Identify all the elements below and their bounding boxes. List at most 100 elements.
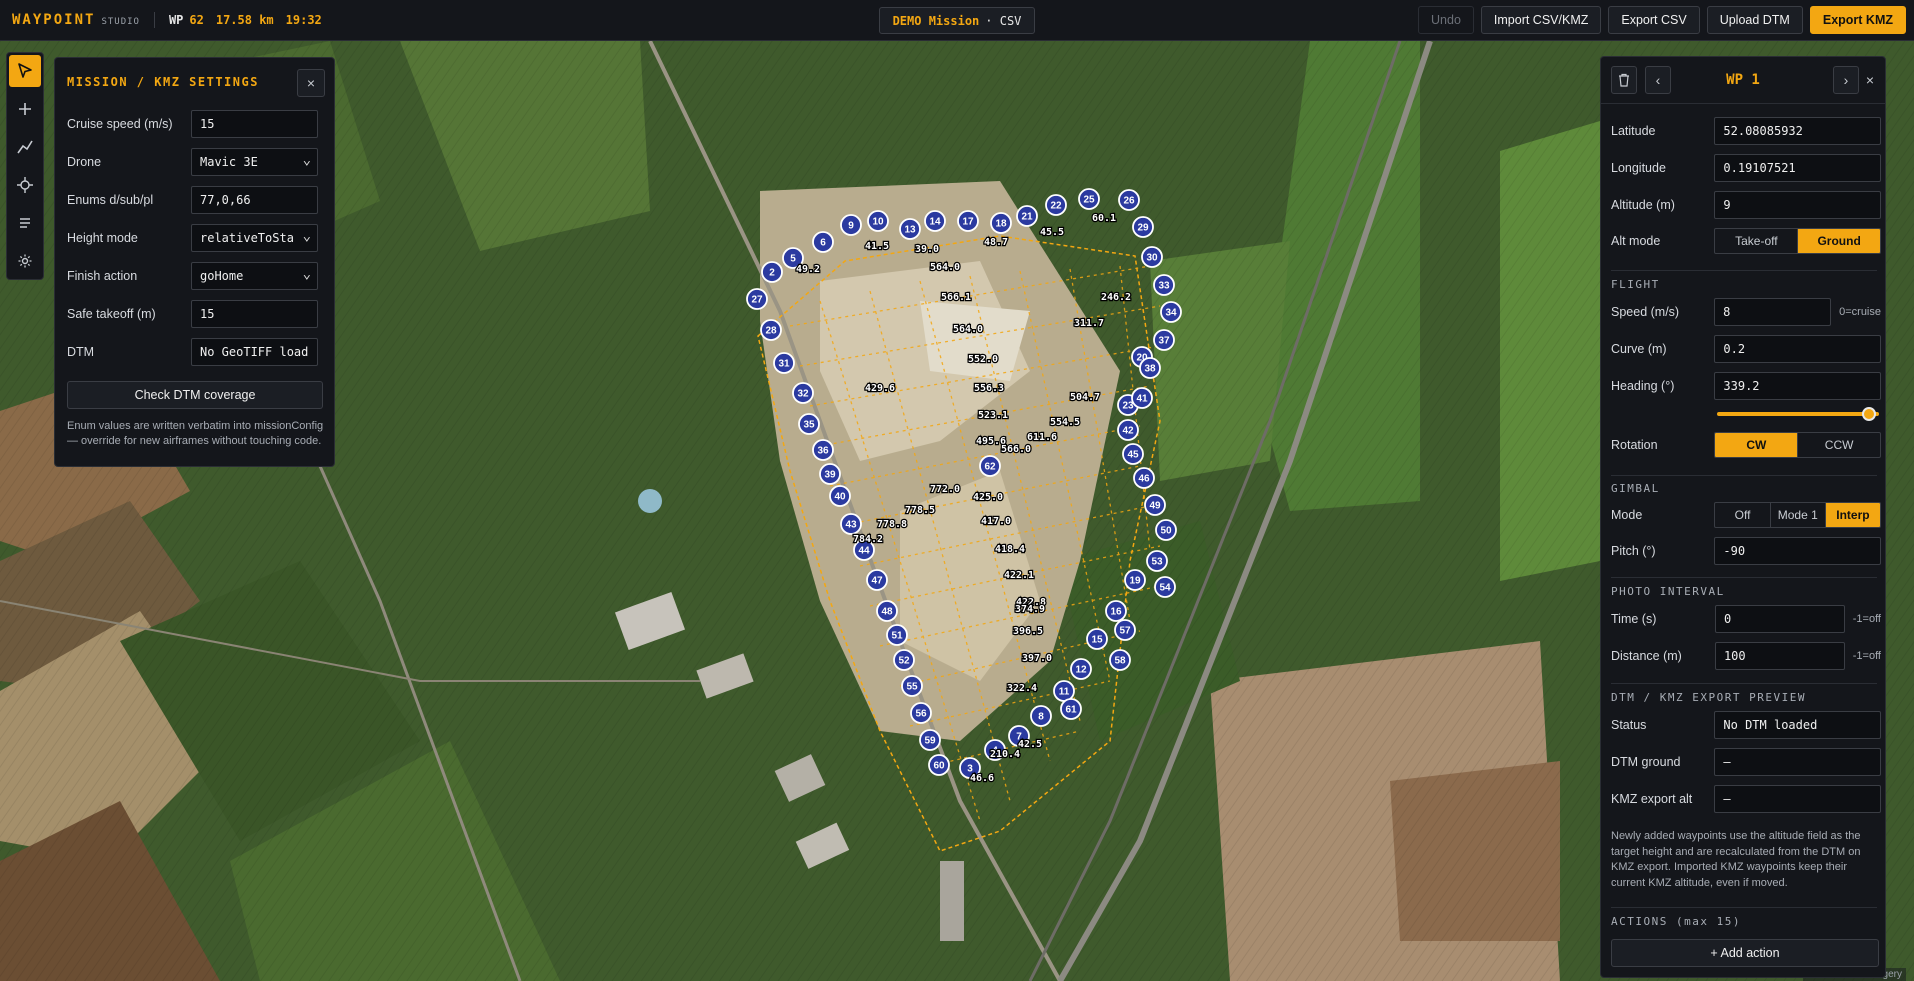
export-kmz-button[interactable]: Export KMZ xyxy=(1809,6,1906,34)
heading-slider-thumb[interactable] xyxy=(1862,407,1877,421)
undo-button[interactable]: Undo xyxy=(1418,6,1474,34)
waypoint-marker-42[interactable]: 42 xyxy=(1117,419,1139,441)
waypoint-marker-59[interactable]: 59 xyxy=(919,729,941,751)
waypoint-marker-12[interactable]: 12 xyxy=(1070,658,1092,680)
list-icon[interactable] xyxy=(9,207,41,239)
waypoint-marker-62[interactable]: 62 xyxy=(979,455,1001,477)
altitude-label: 246.2 xyxy=(1101,292,1131,303)
photo-time-input[interactable]: 0 xyxy=(1714,605,1845,633)
waypoint-marker-33[interactable]: 33 xyxy=(1153,274,1175,296)
waypoint-marker-8[interactable]: 8 xyxy=(1030,705,1052,727)
waypoint-marker-35[interactable]: 35 xyxy=(798,413,820,435)
waypoint-marker-47[interactable]: 47 xyxy=(866,569,888,591)
photo-distance-input[interactable]: 100 xyxy=(1714,642,1845,670)
next-waypoint-button[interactable]: › xyxy=(1833,66,1859,94)
waypoint-marker-25[interactable]: 25 xyxy=(1078,188,1100,210)
waypoint-marker-56[interactable]: 56 xyxy=(910,702,932,724)
finish-action-select[interactable]: goHome xyxy=(191,262,318,290)
draw-path-icon[interactable] xyxy=(9,131,41,163)
longitude-input[interactable]: 0.19107521 xyxy=(1714,154,1881,182)
settings-note: Enum values are written verbatim into mi… xyxy=(67,420,324,447)
waypoint-marker-27[interactable]: 27 xyxy=(746,288,768,310)
height-mode-select[interactable]: relativeToSta xyxy=(191,224,318,252)
safe-takeoff-input[interactable]: 15 xyxy=(191,300,318,328)
heading-slider[interactable] xyxy=(1717,412,1879,416)
drone-select[interactable]: Mavic 3E xyxy=(191,148,318,176)
dtm-file-field[interactable]: No GeoTIFF load xyxy=(191,338,318,366)
import-button[interactable]: Import CSV/KMZ xyxy=(1480,6,1602,34)
rotation-ccw[interactable]: CCW xyxy=(1798,433,1880,457)
waypoint-marker-55[interactable]: 55 xyxy=(901,675,923,697)
waypoint-marker-15[interactable]: 15 xyxy=(1086,628,1108,650)
select-tool-icon[interactable] xyxy=(9,55,41,87)
crosshair-icon[interactable] xyxy=(9,169,41,201)
pitch-row: Pitch (°) -90 xyxy=(1611,536,1881,566)
settings-gear-icon[interactable] xyxy=(9,245,41,277)
waypoint-marker-54[interactable]: 54 xyxy=(1154,576,1176,598)
waypoint-marker-16[interactable]: 16 xyxy=(1105,600,1127,622)
waypoint-marker-17[interactable]: 17 xyxy=(957,210,979,232)
waypoint-marker-46[interactable]: 46 xyxy=(1133,467,1155,489)
altitude-input[interactable]: 9 xyxy=(1714,191,1881,219)
waypoint-marker-19[interactable]: 19 xyxy=(1124,569,1146,591)
waypoint-marker-40[interactable]: 40 xyxy=(829,485,851,507)
alt-mode-takeoff[interactable]: Take-off xyxy=(1715,229,1799,253)
waypoint-marker-31[interactable]: 31 xyxy=(773,352,795,374)
waypoint-marker-50[interactable]: 50 xyxy=(1155,519,1177,541)
waypoint-marker-32[interactable]: 32 xyxy=(792,382,814,404)
waypoint-marker-41[interactable]: 41 xyxy=(1131,387,1153,409)
waypoint-marker-10[interactable]: 10 xyxy=(867,210,889,232)
gimbal-mode-off[interactable]: Off xyxy=(1715,503,1771,527)
waypoint-marker-43[interactable]: 43 xyxy=(840,513,862,535)
curve-input[interactable]: 0.2 xyxy=(1714,335,1881,363)
waypoint-marker-26[interactable]: 26 xyxy=(1118,189,1140,211)
heading-input[interactable]: 339.2 xyxy=(1714,372,1881,400)
waypoint-marker-37[interactable]: 37 xyxy=(1153,329,1175,351)
alt-mode-ground[interactable]: Ground xyxy=(1798,229,1881,253)
mission-name-badge[interactable]: DEMO Mission · CSV xyxy=(879,7,1035,34)
rotation-cw[interactable]: CW xyxy=(1715,433,1799,457)
waypoint-marker-39[interactable]: 39 xyxy=(819,463,841,485)
waypoint-marker-57[interactable]: 57 xyxy=(1114,619,1136,641)
waypoint-marker-49[interactable]: 49 xyxy=(1144,494,1166,516)
altitude-label: 611.6 xyxy=(1027,432,1057,443)
waypoint-marker-61[interactable]: 61 xyxy=(1060,698,1082,720)
waypoint-marker-34[interactable]: 34 xyxy=(1160,301,1182,323)
waypoint-marker-14[interactable]: 14 xyxy=(924,210,946,232)
waypoint-marker-36[interactable]: 36 xyxy=(812,439,834,461)
pitch-input[interactable]: -90 xyxy=(1714,537,1881,565)
waypoint-marker-28[interactable]: 28 xyxy=(760,319,782,341)
waypoint-marker-30[interactable]: 30 xyxy=(1141,246,1163,268)
altitude-label: 566.1 xyxy=(941,292,971,303)
waypoint-marker-11[interactable]: 11 xyxy=(1053,680,1075,702)
waypoint-marker-38[interactable]: 38 xyxy=(1139,357,1161,379)
waypoint-marker-60[interactable]: 60 xyxy=(928,754,950,776)
latitude-input[interactable]: 52.08085932 xyxy=(1714,117,1881,145)
speed-input[interactable]: 8 xyxy=(1714,298,1832,326)
waypoint-marker-29[interactable]: 29 xyxy=(1132,216,1154,238)
waypoint-marker-53[interactable]: 53 xyxy=(1146,550,1168,572)
add-waypoint-icon[interactable] xyxy=(9,93,41,125)
cruise-speed-input[interactable]: 15 xyxy=(191,110,318,138)
check-dtm-coverage-button[interactable]: Check DTM coverage xyxy=(67,381,323,409)
export-csv-button[interactable]: Export CSV xyxy=(1608,6,1700,34)
gimbal-mode-1[interactable]: Mode 1 xyxy=(1771,503,1826,527)
close-waypoint-button[interactable]: × xyxy=(1857,66,1883,94)
close-settings-button[interactable]: × xyxy=(297,69,325,97)
waypoint-marker-6[interactable]: 6 xyxy=(812,231,834,253)
waypoint-marker-13[interactable]: 13 xyxy=(899,218,921,240)
waypoint-marker-48[interactable]: 48 xyxy=(876,600,898,622)
waypoint-marker-21[interactable]: 21 xyxy=(1016,205,1038,227)
waypoint-marker-58[interactable]: 58 xyxy=(1109,649,1131,671)
waypoint-marker-45[interactable]: 45 xyxy=(1122,443,1144,465)
waypoint-marker-22[interactable]: 22 xyxy=(1045,194,1067,216)
gimbal-mode-interp[interactable]: Interp xyxy=(1825,503,1881,527)
waypoint-marker-51[interactable]: 51 xyxy=(886,624,908,646)
enums-input[interactable]: 77,0,66 xyxy=(191,186,318,214)
waypoint-marker-18[interactable]: 18 xyxy=(990,212,1012,234)
upload-dtm-button[interactable]: Upload DTM xyxy=(1706,6,1803,34)
waypoint-marker-52[interactable]: 52 xyxy=(893,649,915,671)
waypoint-marker-9[interactable]: 9 xyxy=(840,214,862,236)
waypoint-marker-2[interactable]: 2 xyxy=(761,261,783,283)
add-action-button[interactable]: + Add action xyxy=(1611,939,1879,967)
